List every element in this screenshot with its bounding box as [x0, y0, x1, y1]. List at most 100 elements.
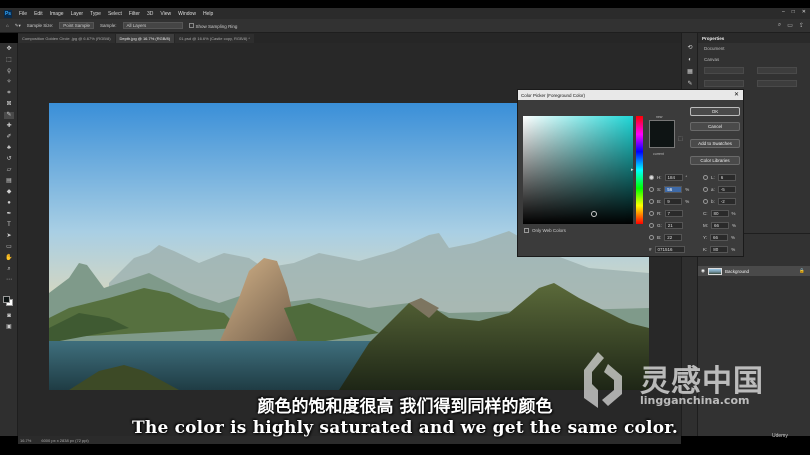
quick-select-tool-icon[interactable]: ✧ — [4, 79, 14, 86]
menu-type[interactable]: Type — [90, 11, 101, 17]
adjust-panel-icon[interactable]: ◐ — [686, 57, 694, 64]
green-input[interactable]: 21 — [664, 222, 683, 229]
hue-radio[interactable] — [649, 175, 654, 180]
lock-icon[interactable]: 🔒 — [799, 268, 805, 274]
brightness-input[interactable]: 9 — [664, 198, 683, 205]
menu-window[interactable]: Window — [178, 11, 196, 17]
yellow-input[interactable]: 66 — [710, 234, 729, 241]
magenta-input[interactable]: 66 — [711, 222, 729, 229]
cyan-input[interactable]: 80 — [710, 210, 729, 217]
lab-b-input[interactable]: -2 — [717, 198, 736, 205]
canvas-height-field[interactable] — [757, 67, 798, 74]
menu-layer[interactable]: Layer — [71, 11, 84, 17]
ok-button[interactable]: OK — [690, 107, 740, 116]
paths-panel-icon[interactable]: ✎ — [686, 81, 694, 88]
tab-composition[interactable]: Composition Golden Circle .jpg @ 6.67% (… — [18, 34, 115, 43]
eraser-tool-icon[interactable]: ▱ — [4, 167, 14, 174]
menu-help[interactable]: Help — [203, 11, 213, 17]
foreground-color-swatch[interactable] — [3, 296, 10, 303]
canvas-width-field[interactable] — [704, 67, 744, 74]
color-field-marker[interactable] — [591, 211, 597, 217]
red-radio[interactable] — [649, 211, 654, 216]
resolution-field[interactable] — [704, 80, 744, 87]
screen-mode-icon[interactable]: ▣ — [4, 324, 14, 331]
hue-slider-arrow-icon[interactable]: ▸ — [631, 167, 634, 173]
dodge-tool-icon[interactable]: ● — [4, 200, 14, 207]
black-input[interactable]: 80 — [710, 246, 729, 253]
only-web-colors-option[interactable]: Only Web Colors — [524, 228, 566, 233]
search-icon[interactable]: ⌕ — [778, 22, 781, 29]
lab-l-radio[interactable] — [703, 175, 708, 180]
sample-size-select[interactable]: Point Sample — [59, 22, 95, 29]
gamut-warning-icon[interactable]: ⬚ — [678, 136, 683, 142]
menu-edit[interactable]: Edit — [34, 11, 43, 17]
menu-3d[interactable]: 3D — [147, 11, 153, 17]
stamp-tool-icon[interactable]: ♣ — [4, 145, 14, 152]
red-input[interactable]: 7 — [664, 210, 683, 217]
current-color-swatch[interactable] — [650, 134, 674, 147]
dialog-close-icon[interactable]: ✕ — [734, 91, 739, 98]
menu-view[interactable]: View — [160, 11, 171, 17]
shape-tool-icon[interactable]: ▭ — [4, 244, 14, 251]
brightness-radio[interactable] — [649, 199, 654, 204]
healing-tool-icon[interactable]: ✚ — [4, 123, 14, 130]
sample-select[interactable]: All Layers — [122, 22, 183, 29]
lab-a-input[interactable]: -5 — [717, 186, 736, 193]
color-field[interactable] — [523, 116, 633, 224]
hue-input[interactable]: 184 — [664, 174, 683, 181]
eye-icon[interactable]: ◉ — [701, 268, 705, 274]
frame-tool-icon[interactable]: ⊠ — [4, 101, 14, 108]
share-icon[interactable]: ⇪ — [799, 22, 804, 29]
add-to-swatches-button[interactable]: Add to Swatches — [690, 139, 740, 148]
menu-image[interactable]: Image — [50, 11, 64, 17]
menu-filter[interactable]: Filter — [129, 11, 140, 17]
more-tools-icon[interactable]: ⋯ — [4, 277, 14, 284]
tab-depth[interactable]: Depth.jpg @ 16.7% (RGB/8) — [115, 34, 175, 43]
libraries-panel-icon[interactable]: ▦ — [686, 69, 694, 76]
gradient-tool-icon[interactable]: ▤ — [4, 178, 14, 185]
history-panel-icon[interactable]: ⟲ — [686, 45, 694, 52]
quick-mask-icon[interactable]: ◙ — [4, 313, 14, 320]
blue-radio[interactable] — [649, 235, 654, 240]
lab-a-radio[interactable] — [703, 187, 708, 192]
saturation-input[interactable]: 56 — [664, 186, 683, 193]
only-web-colors-checkbox[interactable] — [524, 228, 529, 233]
tab-01-psd[interactable]: 01.psd @ 16.6% (Castle copy, RGB/8) * — [175, 34, 254, 43]
hue-unit: ° — [685, 175, 688, 180]
cancel-button[interactable]: Cancel — [690, 122, 740, 131]
hand-tool-icon[interactable]: ✋ — [4, 255, 14, 262]
minimize-icon[interactable]: – — [782, 9, 785, 15]
layer-background-row[interactable]: ◉ Background 🔒 — [698, 266, 810, 276]
brush-tool-icon[interactable]: ✐ — [4, 134, 14, 141]
menu-file[interactable]: File — [19, 11, 27, 17]
crop-tool-icon[interactable]: ⌗ — [4, 90, 14, 97]
home-icon[interactable]: ⌂ — [6, 23, 9, 28]
path-select-tool-icon[interactable]: ➤ — [4, 233, 14, 240]
saturation-radio[interactable] — [649, 187, 654, 192]
show-sampling-ring-checkbox[interactable] — [188, 22, 194, 28]
lab-b-radio[interactable] — [703, 199, 708, 204]
type-tool-icon[interactable]: T — [4, 222, 14, 229]
maximize-icon[interactable]: □ — [792, 9, 795, 15]
mode-field[interactable] — [757, 80, 798, 87]
move-tool-icon[interactable]: ✥ — [4, 46, 14, 53]
menu-select[interactable]: Select — [108, 11, 122, 17]
zoom-level[interactable]: 16.7% — [20, 438, 31, 443]
color-libraries-button[interactable]: Color Libraries — [690, 156, 740, 165]
blur-tool-icon[interactable]: ◆ — [4, 189, 14, 196]
pen-tool-icon[interactable]: ✒ — [4, 211, 14, 218]
blue-input[interactable]: 22 — [664, 234, 683, 241]
lab-l-input[interactable]: 6 — [717, 174, 736, 181]
marquee-tool-icon[interactable]: ⬚ — [4, 57, 14, 64]
eyedropper-tool-icon[interactable]: ✎ — [4, 112, 14, 119]
hex-input[interactable]: 071516 — [654, 246, 685, 253]
workspace-icon[interactable]: ▭ — [787, 22, 793, 29]
green-radio[interactable] — [649, 223, 654, 228]
show-sampling-ring-option[interactable]: Show Sampling Ring — [188, 22, 237, 29]
hue-slider[interactable] — [636, 116, 643, 224]
zoom-tool-icon[interactable]: ⌕ — [4, 266, 14, 273]
eyedropper-preset-icon[interactable]: ✎▾ — [15, 23, 21, 29]
lasso-tool-icon[interactable]: ϙ — [4, 68, 14, 75]
close-icon[interactable]: ✕ — [802, 9, 806, 15]
history-brush-tool-icon[interactable]: ↺ — [4, 156, 14, 163]
